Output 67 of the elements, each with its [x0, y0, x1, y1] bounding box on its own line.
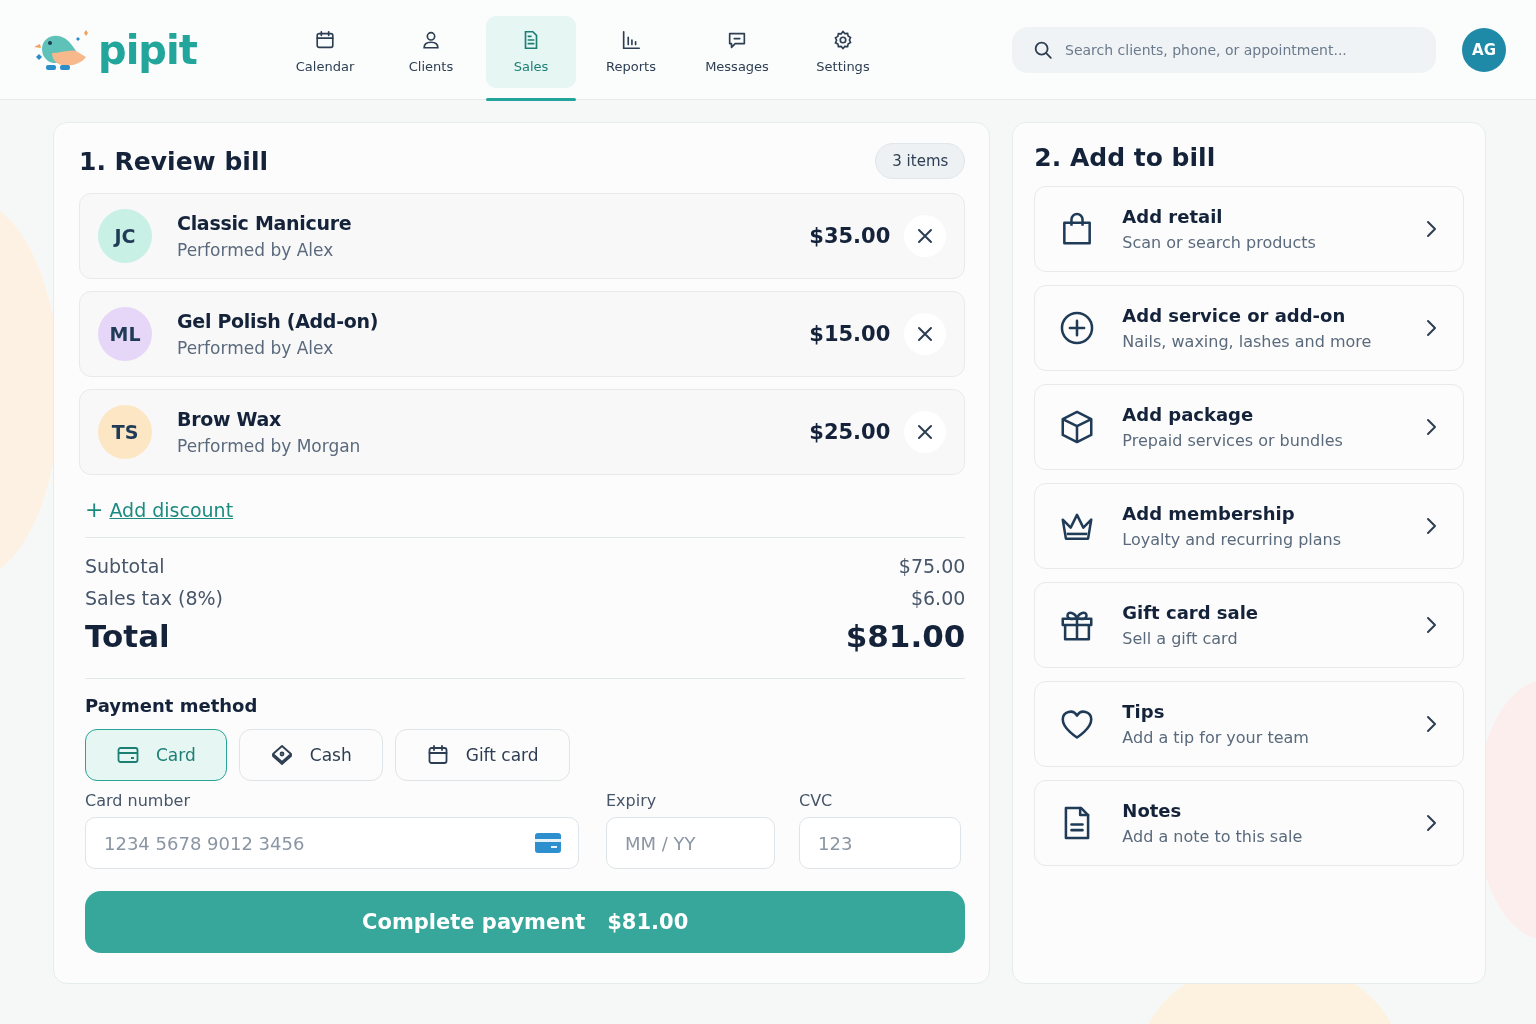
- close-icon: [916, 227, 935, 245]
- payment-method-label: Payment method: [85, 695, 259, 716]
- card-number-field[interactable]: 1234 5678 9012 3456: [85, 817, 579, 869]
- service-name: Gel Polish (Add-on): [177, 310, 380, 332]
- add-option-card[interactable]: Add membership Loyalty and recurring plans: [1034, 483, 1464, 569]
- chevron-right-icon: [1425, 319, 1437, 337]
- nav-tab[interactable]: Messages: [686, 15, 788, 88]
- remove-button[interactable]: [904, 313, 947, 355]
- tax-label: Sales tax (8%): [85, 586, 223, 611]
- total-value: $81.00: [845, 617, 966, 656]
- add-option-card[interactable]: Notes Add a note to this sale: [1034, 780, 1464, 866]
- close-icon: [916, 325, 935, 343]
- logo-wordmark: pipit: [98, 26, 197, 73]
- remove-button[interactable]: [904, 215, 947, 257]
- field-label: Expiry: [606, 791, 658, 810]
- total-label: Total: [85, 617, 170, 656]
- search-field[interactable]: Search clients, phone, or appointment...: [1012, 26, 1436, 73]
- service-name: Brow Wax: [177, 408, 283, 430]
- settings-icon: [832, 29, 854, 51]
- remove-button[interactable]: [904, 411, 947, 453]
- cvc-field[interactable]: 123: [799, 817, 961, 869]
- chevron-right-icon: [1425, 814, 1437, 832]
- bar-chart-icon: [620, 29, 642, 51]
- add-option-card[interactable]: Tips Add a tip for your team: [1034, 681, 1464, 767]
- item-price: $15.00: [809, 322, 891, 346]
- subtotal-label: Subtotal: [85, 554, 165, 579]
- add-option-card[interactable]: Gift card sale Sell a gift card: [1034, 582, 1464, 668]
- chevron-right-icon: [1425, 418, 1437, 436]
- service-name: Classic Manicure: [177, 212, 353, 234]
- chevron-right-icon: [1425, 220, 1437, 238]
- diamond-icon: [269, 743, 294, 767]
- staff-avatar: JC: [98, 209, 152, 263]
- performer-text: Performed by Alex: [177, 240, 335, 260]
- close-icon: [916, 423, 935, 441]
- item-price: $35.00: [809, 224, 891, 248]
- section-title: 2. Add to bill: [1034, 143, 1217, 172]
- add-option-card[interactable]: Add package Prepaid services or bundles: [1034, 384, 1464, 470]
- field-label: CVC: [799, 791, 834, 810]
- item-count: 3 items: [875, 143, 966, 179]
- calendar-icon: [314, 29, 336, 51]
- payment-method-option[interactable]: Card: [85, 729, 227, 781]
- user-avatar[interactable]: AG: [1462, 27, 1506, 72]
- person-icon: [420, 29, 442, 51]
- add-option-card[interactable]: Add retail Scan or search products: [1034, 186, 1464, 272]
- chevron-right-icon: [1425, 517, 1437, 535]
- nav-tab[interactable]: Settings: [792, 15, 894, 88]
- section-title: 1. Review bill: [79, 146, 269, 176]
- nav-tab[interactable]: Reports: [580, 15, 682, 88]
- payment-method-option[interactable]: Gift card: [394, 729, 570, 781]
- card-icon: [535, 833, 561, 853]
- field-label: Card number: [85, 791, 191, 810]
- subtotal-value: $75.00: [898, 554, 966, 579]
- nav-tab[interactable]: Clients: [380, 15, 482, 88]
- chevron-right-icon: [1425, 616, 1437, 634]
- item-price: $25.00: [809, 420, 891, 444]
- tax-value: $6.00: [910, 586, 966, 611]
- performer-text: Performed by Morgan: [177, 436, 362, 456]
- staff-avatar: ML: [98, 307, 152, 361]
- add-option-card[interactable]: Add service or add-on Nails, waxing, lashes and more: [1034, 285, 1464, 371]
- payment-method-option[interactable]: Cash: [238, 729, 383, 781]
- add-discount-link[interactable]: Add discount: [109, 499, 234, 521]
- chevron-right-icon: [1425, 715, 1437, 733]
- plus-icon: +: [85, 499, 104, 521]
- staff-avatar: TS: [98, 405, 152, 459]
- performer-text: Performed by Alex: [177, 338, 335, 358]
- nav-tab[interactable]: Calendar: [274, 15, 376, 88]
- expiry-field[interactable]: MM / YY: [606, 817, 775, 869]
